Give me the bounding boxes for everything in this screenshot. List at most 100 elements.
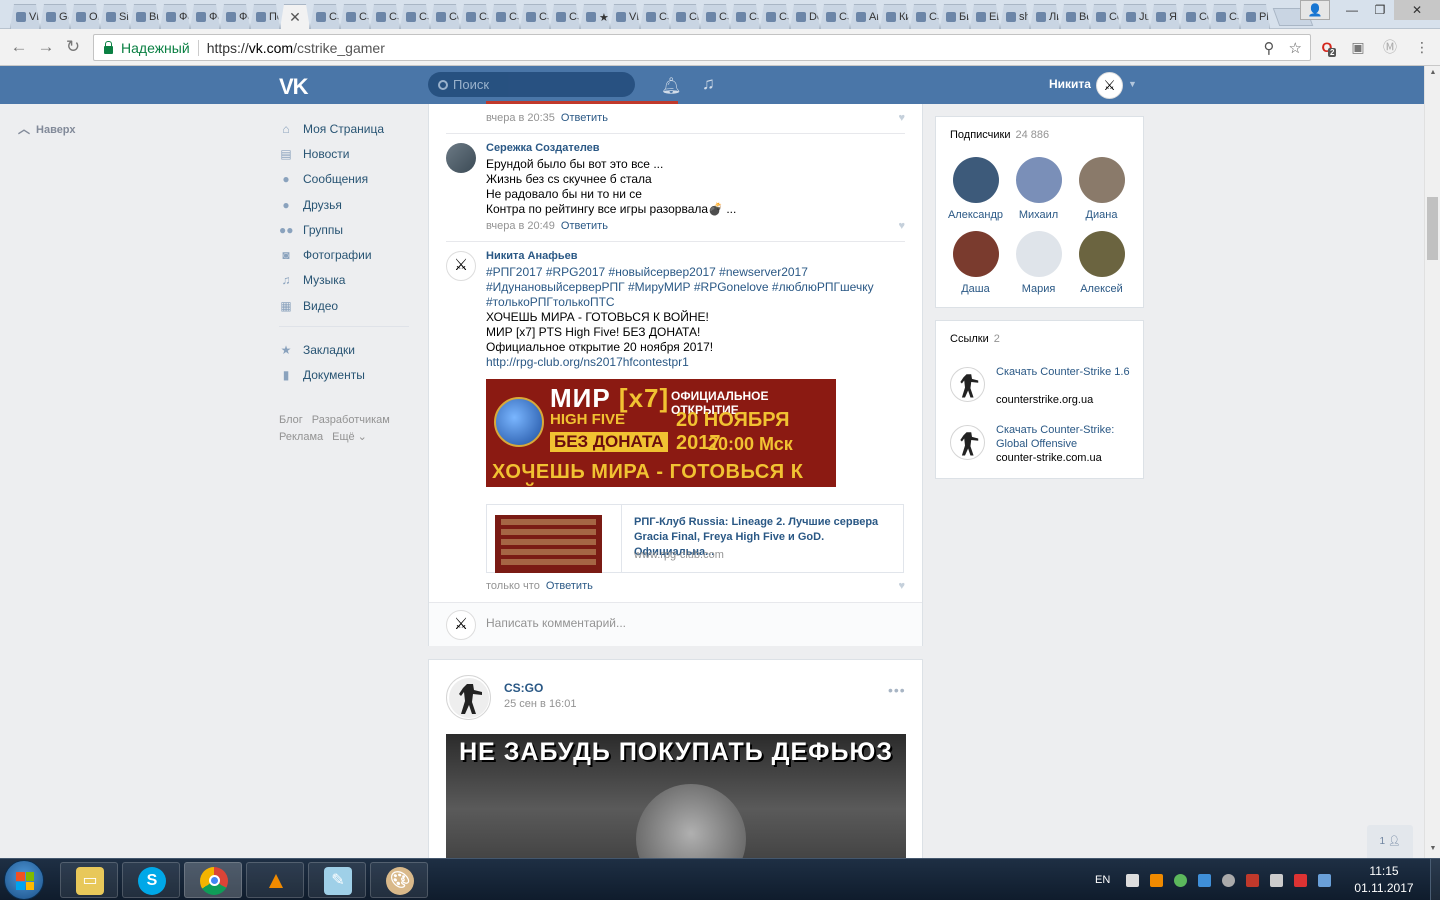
browser-tab[interactable]: CS — [910, 4, 940, 29]
minimize-button[interactable]: — — [1338, 0, 1366, 20]
back-arrow-icon[interactable]: ← — [9, 37, 29, 57]
scrollbar-thumb[interactable] — [1427, 197, 1438, 260]
comment-author[interactable]: Никита Анафьев — [486, 250, 578, 262]
post-author[interactable]: CS:GO — [504, 681, 543, 695]
link-item[interactable]: Скачать Counter-Strike 1.6 counterstrike… — [950, 365, 1135, 415]
zoom-icon[interactable]: ⚲ — [1264, 39, 1275, 57]
header-avatar[interactable]: ⚔ — [1096, 72, 1123, 99]
sidebar-item-messages[interactable]: ● Сообщения — [279, 167, 409, 192]
browser-tab[interactable]: Bu — [130, 4, 160, 29]
subscriber-item[interactable]: Алексей — [1070, 231, 1133, 305]
sidebar-item-document[interactable]: ▮ Документы — [279, 363, 409, 388]
tray-volume-icon[interactable] — [1270, 873, 1284, 887]
forward-arrow-icon[interactable]: → — [36, 37, 56, 57]
browser-tab[interactable]: По — [250, 4, 280, 29]
browser-tab[interactable]: CS — [340, 4, 370, 29]
browser-tab[interactable]: Or — [70, 4, 100, 29]
browser-tab[interactable]: Фс — [220, 4, 250, 29]
sidebar-item-star[interactable]: ★ Закладки — [279, 337, 409, 362]
taskbar-clock[interactable]: 11:15 01.11.2017 — [1346, 863, 1422, 897]
search-input[interactable]: Поиск — [428, 72, 635, 97]
browser-tab[interactable]: Ar — [850, 4, 880, 29]
browser-tab[interactable]: Ge — [40, 4, 70, 29]
link-title[interactable]: Скачать Counter-Strike: Global Offensive — [996, 423, 1131, 451]
subscriber-item[interactable]: Мария — [1007, 231, 1070, 305]
hashtags-line[interactable]: #толькоРПГтолькоПТС — [486, 295, 906, 310]
link-title[interactable]: Скачать Counter-Strike 1.6 — [996, 365, 1131, 379]
tray-vlc-icon[interactable] — [1150, 873, 1164, 887]
close-window-button[interactable]: ✕ — [1394, 0, 1440, 20]
browser-tab[interactable]: Ки — [880, 4, 910, 29]
reply-link[interactable]: Ответить — [561, 112, 608, 124]
maximize-button[interactable]: ❐ — [1366, 0, 1394, 20]
browser-tab[interactable]: Ли — [1030, 4, 1060, 29]
browser-tab[interactable]: CS — [1210, 4, 1240, 29]
reload-icon[interactable]: ↻ — [63, 37, 83, 57]
notifications-bell-icon[interactable]: 🔔︎ — [661, 76, 681, 96]
taskbar-chrome[interactable] — [184, 862, 242, 898]
subscriber-item[interactable]: Михаил — [1007, 157, 1070, 231]
write-comment-box[interactable]: ⚔ Написать комментарий... — [429, 602, 922, 646]
url-text[interactable]: https://vk.com/cstrike_gamer — [207, 40, 385, 56]
online-friends-button[interactable]: 1 👤︎ — [1367, 825, 1413, 858]
subscribers-header[interactable]: Подписчики 24 886 — [950, 129, 1049, 141]
browser-tab[interactable]: Вс — [1060, 4, 1090, 29]
browser-tab[interactable]: Фс — [190, 4, 220, 29]
header-user-name[interactable]: Никита — [1049, 77, 1091, 91]
link-preview-card[interactable]: РПГ-Клуб Russia: Lineage 2. Лучшие серве… — [486, 504, 904, 573]
browser-tab[interactable]: Фс — [160, 4, 190, 29]
music-player-icon[interactable]: ♫ — [702, 74, 715, 94]
sidebar-item-friends[interactable]: ● Друзья — [279, 192, 409, 217]
language-indicator[interactable]: EN — [1095, 874, 1110, 886]
menu-kebab-icon[interactable]: ⋮ — [1412, 37, 1432, 57]
write-comment-placeholder[interactable]: Написать комментарий... — [486, 616, 626, 630]
sidebar-item-music[interactable]: ♫ Музыка — [279, 268, 409, 293]
tray-network-icon[interactable] — [1246, 873, 1260, 887]
browser-tab[interactable]: Ск — [670, 4, 700, 29]
tray-monitor-icon[interactable] — [1318, 873, 1332, 887]
browser-tab[interactable]: CS — [640, 4, 670, 29]
browser-tab[interactable]: CS — [550, 4, 580, 29]
promo-banner-image[interactable]: МИР [x7] HIGH FIVE БЕЗ ДОНАТА ОФИЦИАЛЬНО… — [486, 379, 836, 487]
comment-time[interactable]: только что — [486, 580, 540, 592]
sidebar-item-home[interactable]: ⌂ Моя Страница — [279, 116, 409, 141]
scroll-up-arrow-icon[interactable]: ▲ — [1425, 66, 1440, 80]
scroll-down-arrow-icon[interactable]: ▼ — [1425, 842, 1440, 856]
post-date[interactable]: 25 сен в 16:01 — [504, 698, 576, 710]
browser-tab[interactable]: CS — [490, 4, 520, 29]
links-header[interactable]: Ссылки 2 — [950, 333, 1000, 345]
tray-green-icon[interactable] — [1174, 873, 1188, 887]
back-to-top-link[interactable]: ︿ Наверх — [18, 120, 76, 137]
profile-icon[interactable]: 👤 — [1300, 0, 1330, 20]
tray-app-icon[interactable] — [1126, 873, 1140, 887]
tray-play-icon[interactable] — [1198, 873, 1212, 887]
browser-tab[interactable]: CS — [760, 4, 790, 29]
tray-g-icon[interactable] — [1222, 873, 1236, 887]
browser-tab[interactable]: Со — [430, 4, 460, 29]
comment-avatar[interactable]: ⚔ — [446, 251, 476, 281]
taskbar-notepad[interactable]: ✎ — [308, 862, 366, 898]
page-scrollbar[interactable]: ▲ ▼ — [1424, 66, 1440, 859]
browser-tab[interactable]: CS — [700, 4, 730, 29]
reply-link[interactable]: Ответить — [561, 220, 608, 232]
show-desktop-button[interactable] — [1430, 859, 1440, 900]
browser-tab[interactable]: Со — [1180, 4, 1210, 29]
browser-tab[interactable]: Со — [1090, 4, 1120, 29]
sidebar-item-news[interactable]: ▤ Новости — [279, 141, 409, 166]
browser-tab[interactable]: Pla — [1240, 4, 1270, 29]
tab-active[interactable]: ✕ — [280, 4, 310, 29]
footer-ads-link[interactable]: Реклама — [279, 431, 323, 443]
browser-tab[interactable]: Sin — [100, 4, 130, 29]
sidebar-item-groups[interactable]: ●● Группы — [279, 217, 409, 242]
taskbar-explorer[interactable]: ▭ — [60, 862, 118, 898]
browser-tab[interactable]: VF — [10, 4, 40, 29]
hashtags-line[interactable]: #РПГ2017 #RPG2017 #новыйсервер2017 #news… — [486, 265, 906, 280]
opera-extension-icon[interactable]: O2 — [1317, 37, 1337, 57]
bookmark-star-icon[interactable]: ☆ — [1289, 39, 1302, 57]
browser-tab[interactable]: CS — [730, 4, 760, 29]
chevron-down-icon[interactable]: ▼ — [1128, 79, 1137, 89]
footer-blog-link[interactable]: Блог — [279, 414, 303, 426]
start-button[interactable] — [4, 860, 44, 900]
more-options-icon[interactable]: ••• — [888, 682, 906, 698]
browser-tab[interactable]: Ju: — [1120, 4, 1150, 29]
